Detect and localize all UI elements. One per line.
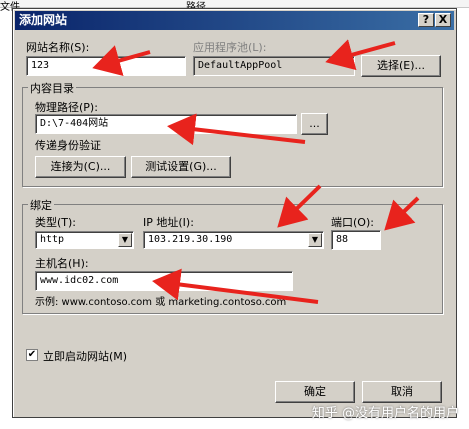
content-directory-title: 内容目录 <box>28 80 76 96</box>
background-window-header: 文件 路径 <box>0 0 469 13</box>
ok-button[interactable]: 确定 <box>275 381 355 403</box>
start-now-checkbox[interactable]: ✔ <box>26 349 38 361</box>
type-value: http <box>40 234 65 245</box>
close-icon[interactable]: X <box>435 13 451 27</box>
test-settings-button[interactable]: 测试设置(G)... <box>131 156 231 178</box>
checkmark-icon: ✔ <box>27 349 37 360</box>
select-pool-button[interactable]: 选择(E)... <box>361 55 441 77</box>
binding-title: 绑定 <box>28 197 54 213</box>
dropdown-arrow-icon[interactable]: ▼ <box>308 233 322 247</box>
ip-address-label: IP 地址(I): <box>143 216 194 229</box>
type-select[interactable]: http ▼ <box>35 231 134 249</box>
host-name-input[interactable]: www.idc02.com <box>35 271 293 291</box>
type-label: 类型(T): <box>35 216 77 229</box>
app-pool-field: DefaultAppPool <box>193 56 355 76</box>
physical-path-input[interactable]: D:\7-404网站 <box>35 114 297 134</box>
physical-path-label: 物理路径(P): <box>35 101 98 114</box>
dialog-titlebar: 添加网站 ? X <box>15 11 454 30</box>
ip-address-value: 103.219.30.190 <box>148 234 233 245</box>
site-name-label: 网站名称(S): <box>26 41 90 54</box>
port-label: 端口(O): <box>331 216 374 229</box>
host-name-label: 主机名(H): <box>35 257 89 270</box>
site-name-input[interactable]: 123 <box>26 56 186 76</box>
pass-through-auth-label: 传递身份验证 <box>35 139 101 152</box>
connect-as-button[interactable]: 连接为(C)... <box>35 156 126 178</box>
browse-button[interactable]: ... <box>301 113 328 135</box>
help-icon[interactable]: ? <box>418 13 434 27</box>
host-name-example: 示例: www.contoso.com 或 marketing.contoso.… <box>35 297 287 308</box>
start-now-label[interactable]: 立即启动网站(M) <box>43 348 127 364</box>
dropdown-arrow-icon[interactable]: ▼ <box>118 233 132 247</box>
port-input[interactable]: 88 <box>331 230 381 250</box>
watermark: 知乎 @没有用户名的用户 <box>311 406 459 421</box>
add-website-dialog: 添加网站 ? X 网站名称(S): 123 应用程序池(L): DefaultA… <box>12 8 457 418</box>
app-pool-label: 应用程序池(L): <box>193 41 267 54</box>
cancel-button[interactable]: 取消 <box>362 381 442 403</box>
ip-address-select[interactable]: 103.219.30.190 ▼ <box>143 231 324 249</box>
dialog-title: 添加网站 <box>19 13 68 27</box>
